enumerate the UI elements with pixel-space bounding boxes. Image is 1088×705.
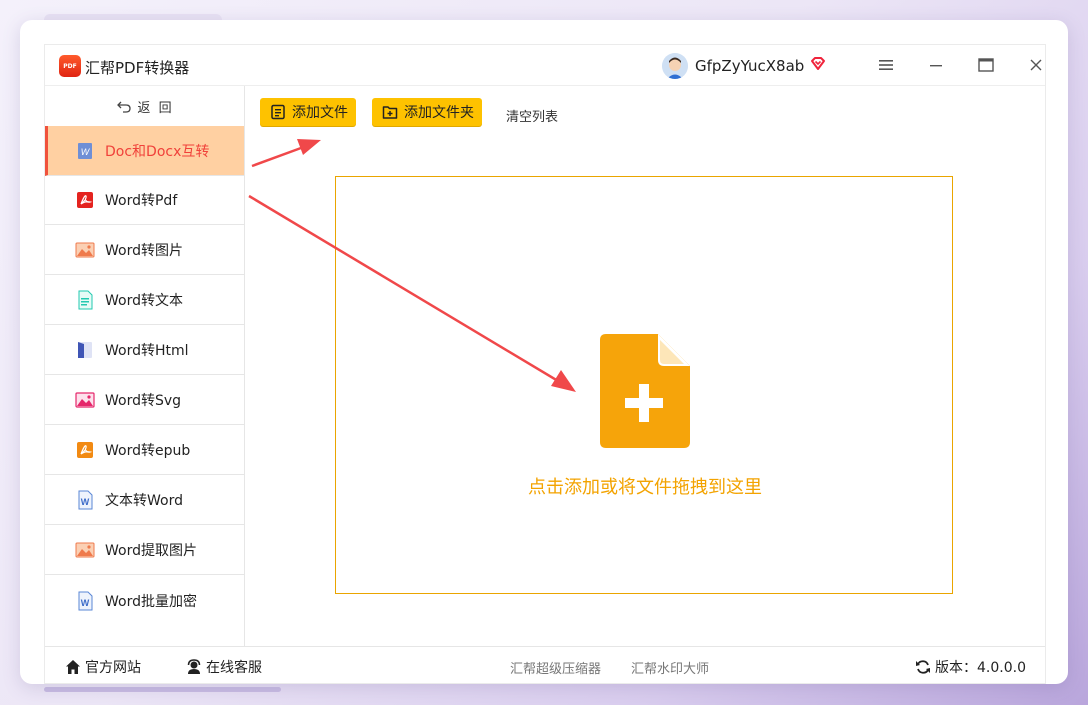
back-label: 返 回 [137, 100, 172, 116]
app-window: PDF 汇帮PDF转换器 GfpZyYucX8ab 返 回 W Doc和Docx… [44, 44, 1046, 684]
html-icon [78, 342, 92, 358]
word-doc-icon: W [78, 142, 92, 159]
username[interactable]: GfpZyYucX8ab [695, 57, 804, 75]
sidebar-item-label: Word转epub [105, 443, 191, 459]
sidebar-item-word-epub[interactable]: Word转epub [45, 426, 244, 475]
menu-button[interactable] [874, 53, 898, 77]
back-button[interactable]: 返 回 [45, 86, 244, 126]
sidebar-item-word-image[interactable]: Word转图片 [45, 226, 244, 275]
svg-text:W: W [81, 497, 90, 507]
svg-image-icon [75, 392, 95, 408]
close-button[interactable] [1024, 53, 1048, 77]
sidebar-item-label: Doc和Docx互转 [105, 143, 210, 160]
watermark-link[interactable]: 汇帮水印大师 [631, 658, 709, 677]
refresh-icon [916, 660, 930, 674]
version-info[interactable]: 版本：4.0.0.0 [915, 657, 1026, 677]
add-file-icon [271, 104, 285, 120]
pdf-icon [77, 192, 93, 208]
epub-icon [77, 442, 93, 458]
sidebar-item-doc-docx[interactable]: W Doc和Docx互转 [45, 126, 244, 176]
sidebar-item-word-svg[interactable]: Word转Svg [45, 376, 244, 425]
home-icon [66, 660, 80, 674]
add-file-label: 添加文件 [292, 105, 348, 121]
avatar[interactable] [662, 53, 688, 79]
avatar-icon [662, 53, 688, 79]
add-folder-button[interactable]: 添加文件夹 [372, 98, 482, 126]
official-website-link[interactable]: 官方网站 [65, 657, 141, 677]
version-label: 版本：4.0.0.0 [935, 660, 1026, 676]
sidebar-item-label: Word转Pdf [105, 193, 178, 209]
sidebar-item-word-encrypt[interactable]: W Word批量加密 [45, 576, 244, 625]
word-icon: W [78, 490, 93, 510]
close-icon [1030, 59, 1042, 71]
website-label: 官方网站 [85, 660, 141, 676]
customer-service-icon [187, 659, 201, 674]
add-folder-icon [382, 106, 398, 119]
sidebar-item-label: Word提取图片 [105, 543, 197, 559]
back-arrow-icon [117, 101, 132, 113]
sidebar-item-text-word[interactable]: W 文本转Word [45, 476, 244, 525]
online-support-link[interactable]: 在线客服 [186, 657, 262, 677]
support-label: 在线客服 [206, 660, 262, 676]
maximize-icon [978, 58, 994, 72]
maximize-button[interactable] [974, 53, 998, 77]
svg-text:W: W [81, 598, 90, 608]
hamburger-menu-icon [879, 60, 893, 70]
background-scroll-indicator [44, 687, 281, 692]
sidebar-item-label: Word转图片 [105, 243, 183, 259]
sidebar-item-word-pdf[interactable]: Word转Pdf [45, 176, 244, 225]
word-icon: W [78, 591, 93, 610]
compressor-link[interactable]: 汇帮超级压缩器 [510, 658, 601, 677]
sidebar-item-label: Word转Html [105, 343, 189, 359]
app-logo-icon: PDF [59, 55, 81, 77]
clear-list-button[interactable]: 清空列表 [506, 106, 558, 125]
add-file-button[interactable]: 添加文件 [260, 98, 356, 126]
arrow-to-add-file [251, 139, 321, 168]
text-file-icon [78, 290, 93, 310]
sidebar-item-word-extract-image[interactable]: Word提取图片 [45, 526, 244, 575]
sidebar-item-label: Word转文本 [105, 293, 183, 309]
minimize-icon [930, 65, 942, 67]
app-title: 汇帮PDF转换器 [85, 59, 190, 77]
sidebar-item-word-html[interactable]: Word转Html [45, 326, 244, 375]
vip-diamond-icon[interactable] [808, 54, 828, 74]
minimize-button[interactable] [924, 53, 948, 77]
image-icon [75, 542, 95, 558]
file-drop-zone[interactable]: 点击添加或将文件拖拽到这里 [335, 176, 953, 594]
sidebar-item-label: Word批量加密 [105, 593, 197, 610]
add-document-icon[interactable] [600, 334, 690, 448]
title-bar: PDF 汇帮PDF转换器 GfpZyYucX8ab [45, 45, 1045, 86]
footer-bar: 官方网站 在线客服 汇帮超级压缩器 汇帮水印大师 版本：4.0.0.0 [45, 646, 1045, 684]
app-logo-text: PDF [63, 62, 77, 70]
add-folder-label: 添加文件夹 [404, 105, 474, 121]
drop-zone-hint: 点击添加或将文件拖拽到这里 [528, 477, 762, 498]
sidebar-item-word-text[interactable]: Word转文本 [45, 276, 244, 325]
image-icon [75, 242, 95, 258]
sidebar-item-label: Word转Svg [105, 393, 182, 409]
sidebar-item-label: 文本转Word [105, 493, 183, 509]
app-window-frame: PDF 汇帮PDF转换器 GfpZyYucX8ab 返 回 W Doc和Docx… [20, 20, 1068, 684]
sidebar: 返 回 W Doc和Docx互转 Word转Pdf Word转图片 Word转文… [45, 86, 245, 646]
